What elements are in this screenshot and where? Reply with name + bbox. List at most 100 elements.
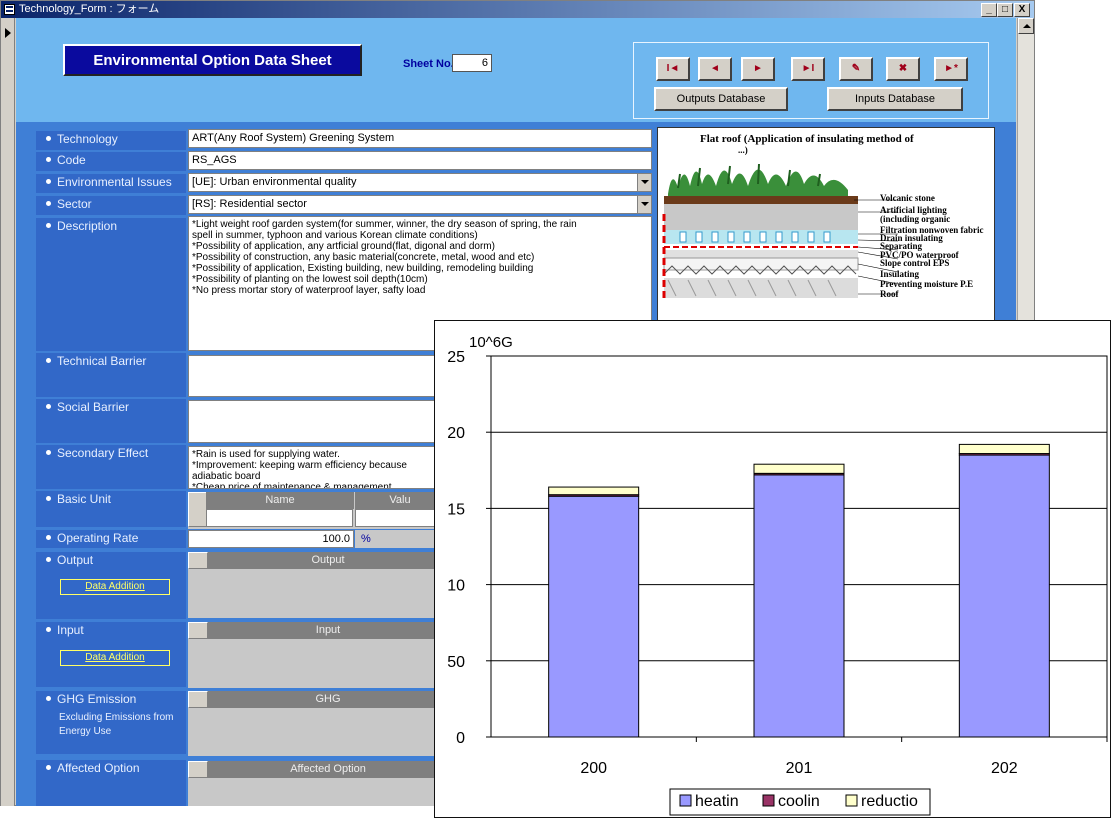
ghg-header: GHG <box>208 691 448 708</box>
scroll-up-icon[interactable] <box>1018 18 1034 34</box>
delete-record-button[interactable]: ✖ <box>886 57 920 81</box>
output-header: Output <box>208 552 448 569</box>
operating-rate-label: Operating Rate <box>36 530 186 548</box>
roof-label-roof: Roof <box>880 289 899 299</box>
bar-reductio <box>958 443 1050 455</box>
legend-label-heatin: heatin <box>695 793 739 810</box>
bar-reductio <box>753 463 845 474</box>
basic-unit-value-header: Valu <box>355 492 445 509</box>
prev-record-icon: ◄ <box>710 63 720 74</box>
prev-record-button[interactable]: ◄ <box>698 57 732 81</box>
volcanic-stone-layer <box>664 204 858 230</box>
sector-label: Sector <box>36 196 186 215</box>
basic-unit-name-header: Name <box>206 492 354 509</box>
roof-label-moisture: Preventing moisture P.E <box>880 279 974 289</box>
legend-swatch-coolin <box>762 794 775 807</box>
basic-unit-name-cell[interactable] <box>206 509 353 527</box>
roof-label-eps: Slope control EPS <box>880 258 950 268</box>
next-record-icon: ► <box>753 63 763 74</box>
input-data-addition-button[interactable]: Data Addition <box>60 650 170 666</box>
operating-rate-field[interactable]: 100.0 <box>188 530 354 548</box>
y-tick-label: 20 <box>447 425 465 442</box>
roof-label-volcanic: Volcanic stone <box>880 193 935 203</box>
bar-heatin <box>753 474 845 738</box>
operating-rate-unit: % <box>355 530 445 548</box>
sheet-number-label: Sheet No.: <box>403 58 458 70</box>
close-button[interactable]: X <box>1014 3 1030 17</box>
last-record-button[interactable]: ►I <box>791 57 825 81</box>
slope-layer <box>664 250 858 258</box>
save-record-button[interactable]: ✎ <box>839 57 873 81</box>
social-barrier-label: Social Barrier <box>36 399 186 443</box>
ghg-row-selector[interactable] <box>188 691 208 708</box>
basic-unit-value-cell[interactable] <box>355 509 445 527</box>
legend-swatch-heatin <box>679 794 692 807</box>
form-title: Environmental Option Data Sheet <box>63 44 362 76</box>
ghg-emission-label: GHG Emission Excluding Emissions from Ene… <box>36 691 186 754</box>
last-record-icon: ►I <box>801 63 815 74</box>
y-tick-label: 25 <box>447 349 465 366</box>
y-tick-label: 15 <box>447 501 465 518</box>
env-issues-value: [UE]: Urban environmental quality <box>192 176 357 188</box>
env-issues-select[interactable]: [UE]: Urban environmental quality <box>188 173 652 192</box>
output-data-addition-button[interactable]: Data Addition <box>60 579 170 595</box>
inputs-database-button[interactable]: Inputs Database <box>827 87 963 111</box>
first-record-icon: I◄ <box>666 63 680 74</box>
emissions-chart: 0 50 10 15 20 25 10^6G 200 201 202 heatin coolin red… <box>434 320 1111 818</box>
current-record-arrow-icon <box>5 28 11 38</box>
chevron-down-icon[interactable] <box>637 196 651 213</box>
next-record-button[interactable]: ► <box>741 57 775 81</box>
save-record-icon: ✎ <box>851 63 861 74</box>
sheet-number-field[interactable]: 6 <box>452 54 492 72</box>
x-tick-label: 202 <box>991 760 1018 777</box>
y-unit-label: 10^6G <box>469 334 513 351</box>
y-tick-label: 0 <box>456 730 465 747</box>
code-label: Code <box>36 152 186 171</box>
insulating-layer <box>663 257 859 271</box>
technical-barrier-label: Technical Barrier <box>36 353 186 397</box>
new-record-icon: ►* <box>944 63 958 74</box>
technology-field[interactable]: ART(Any Roof System) Greening System <box>188 129 652 148</box>
y-tick-label: 10 <box>447 578 465 595</box>
soil-layer <box>664 196 858 204</box>
roof-section-illustration: Flat roof (Application of insulating met… <box>657 127 995 323</box>
technology-label: Technology <box>36 131 186 150</box>
affected-option-label: Affected Option <box>36 760 186 806</box>
maximize-button[interactable]: □ <box>997 3 1013 17</box>
input-header: Input <box>208 622 448 639</box>
basic-unit-label: Basic Unit <box>36 491 186 527</box>
minimize-button[interactable]: _ <box>981 3 997 17</box>
bar-heatin <box>548 495 640 738</box>
chevron-down-icon[interactable] <box>637 174 651 191</box>
basic-unit-row-selector[interactable] <box>188 492 208 527</box>
outputs-database-button[interactable]: Outputs Database <box>654 87 788 111</box>
legend-swatch-reductio <box>845 794 858 807</box>
secondary-effect-label: Secondary Effect <box>36 445 186 489</box>
x-tick-label: 200 <box>580 760 607 777</box>
legend-label-reductio: reductio <box>861 793 918 810</box>
roof-label-insulating: Insulating <box>880 269 920 279</box>
title-bar[interactable]: Technology_Form : フォーム _ □ X <box>1 1 1034 18</box>
x-tick-label: 201 <box>786 760 813 777</box>
new-record-button[interactable]: ►* <box>934 57 968 81</box>
output-row-selector[interactable] <box>188 552 208 569</box>
code-field[interactable]: RS_AGS <box>188 151 652 170</box>
chart-svg: 0 50 10 15 20 2510^6G 200 201 202 heatin coolin red… <box>447 334 1108 816</box>
y-tick-label: 50 <box>447 654 465 671</box>
sector-value: [RS]: Residential sector <box>192 198 307 210</box>
record-selector[interactable] <box>1 18 15 806</box>
first-record-button[interactable]: I◄ <box>656 57 690 81</box>
affected-option-header: Affected Option <box>208 761 448 778</box>
description-label: Description <box>36 218 186 351</box>
input-row-selector[interactable] <box>188 622 208 639</box>
roof-label-organic: (including organic <box>880 214 951 224</box>
window-title: Technology_Form : フォーム <box>19 3 160 15</box>
ghg-emission-sublabel: Excluding Emissions from Energy Use <box>59 712 174 737</box>
sector-select[interactable]: [RS]: Residential sector <box>188 195 652 214</box>
legend-label-coolin: coolin <box>778 793 820 810</box>
env-issues-label: Environmental Issues <box>36 174 186 193</box>
affected-option-row-selector[interactable] <box>188 761 208 778</box>
bar-heatin <box>958 454 1050 738</box>
delete-record-icon: ✖ <box>898 63 908 74</box>
plants <box>668 163 848 198</box>
